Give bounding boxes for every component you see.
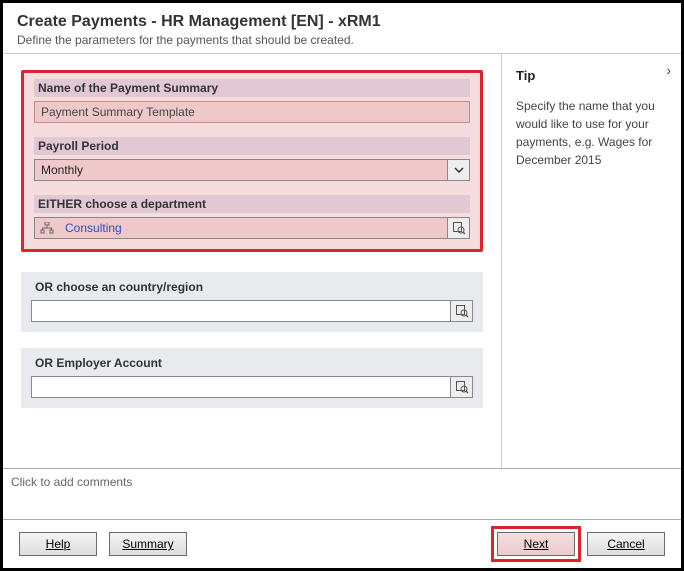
dialog-subtitle: Define the parameters for the payments t… xyxy=(17,33,667,47)
next-button[interactable]: Next xyxy=(497,532,575,556)
field-department: EITHER choose a department Consulting xyxy=(34,195,470,239)
tip-panel: › Tip Specify the name that you would li… xyxy=(501,54,681,468)
field-country: OR choose an country/region xyxy=(31,278,473,322)
input-wrap-summary-name xyxy=(34,101,470,123)
highlighted-fields: Name of the Payment Summary Payroll Peri… xyxy=(21,70,483,252)
label-payroll-period: Payroll Period xyxy=(34,137,470,155)
label-summary-name: Name of the Payment Summary xyxy=(34,79,470,97)
summary-button[interactable]: Summary xyxy=(109,532,187,556)
tip-heading: Tip xyxy=(516,68,671,83)
field-summary-name: Name of the Payment Summary xyxy=(34,79,470,123)
tip-body: Specify the name that you would like to … xyxy=(516,97,671,169)
comments-area[interactable]: Click to add comments xyxy=(3,468,681,519)
field-employer-wrap: OR Employer Account xyxy=(21,348,483,408)
lookup-icon[interactable] xyxy=(450,301,472,321)
payroll-period-select[interactable]: Monthly xyxy=(34,159,470,181)
department-value[interactable]: Consulting xyxy=(59,218,447,238)
dialog-body: Name of the Payment Summary Payroll Peri… xyxy=(3,54,681,468)
chevron-down-icon[interactable] xyxy=(447,160,469,180)
field-employer: OR Employer Account xyxy=(31,354,473,398)
label-country: OR choose an country/region xyxy=(31,278,473,296)
country-lookup[interactable] xyxy=(31,300,473,322)
department-lookup[interactable]: Consulting xyxy=(34,217,470,239)
org-icon xyxy=(35,218,59,238)
help-button[interactable]: Help xyxy=(19,532,97,556)
field-payroll-period: Payroll Period Monthly xyxy=(34,137,470,181)
country-value xyxy=(32,301,450,321)
employer-value xyxy=(32,377,450,397)
employer-lookup[interactable] xyxy=(31,376,473,398)
dialog-header: Create Payments - HR Management [EN] - x… xyxy=(3,3,681,54)
dialog-footer: Help Summary Next Cancel xyxy=(3,519,681,568)
dialog-title: Create Payments - HR Management [EN] - x… xyxy=(17,13,667,31)
chevron-right-icon[interactable]: › xyxy=(666,62,671,78)
field-country-wrap: OR choose an country/region xyxy=(21,272,483,332)
lookup-icon[interactable] xyxy=(447,218,469,238)
dialog-create-payments: Create Payments - HR Management [EN] - x… xyxy=(0,0,684,571)
form-area: Name of the Payment Summary Payroll Peri… xyxy=(3,54,501,468)
cancel-button[interactable]: Cancel xyxy=(587,532,665,556)
summary-name-input[interactable] xyxy=(35,102,469,122)
lookup-icon[interactable] xyxy=(450,377,472,397)
payroll-period-value: Monthly xyxy=(35,160,447,180)
label-department: EITHER choose a department xyxy=(34,195,470,213)
label-employer: OR Employer Account xyxy=(31,354,473,372)
